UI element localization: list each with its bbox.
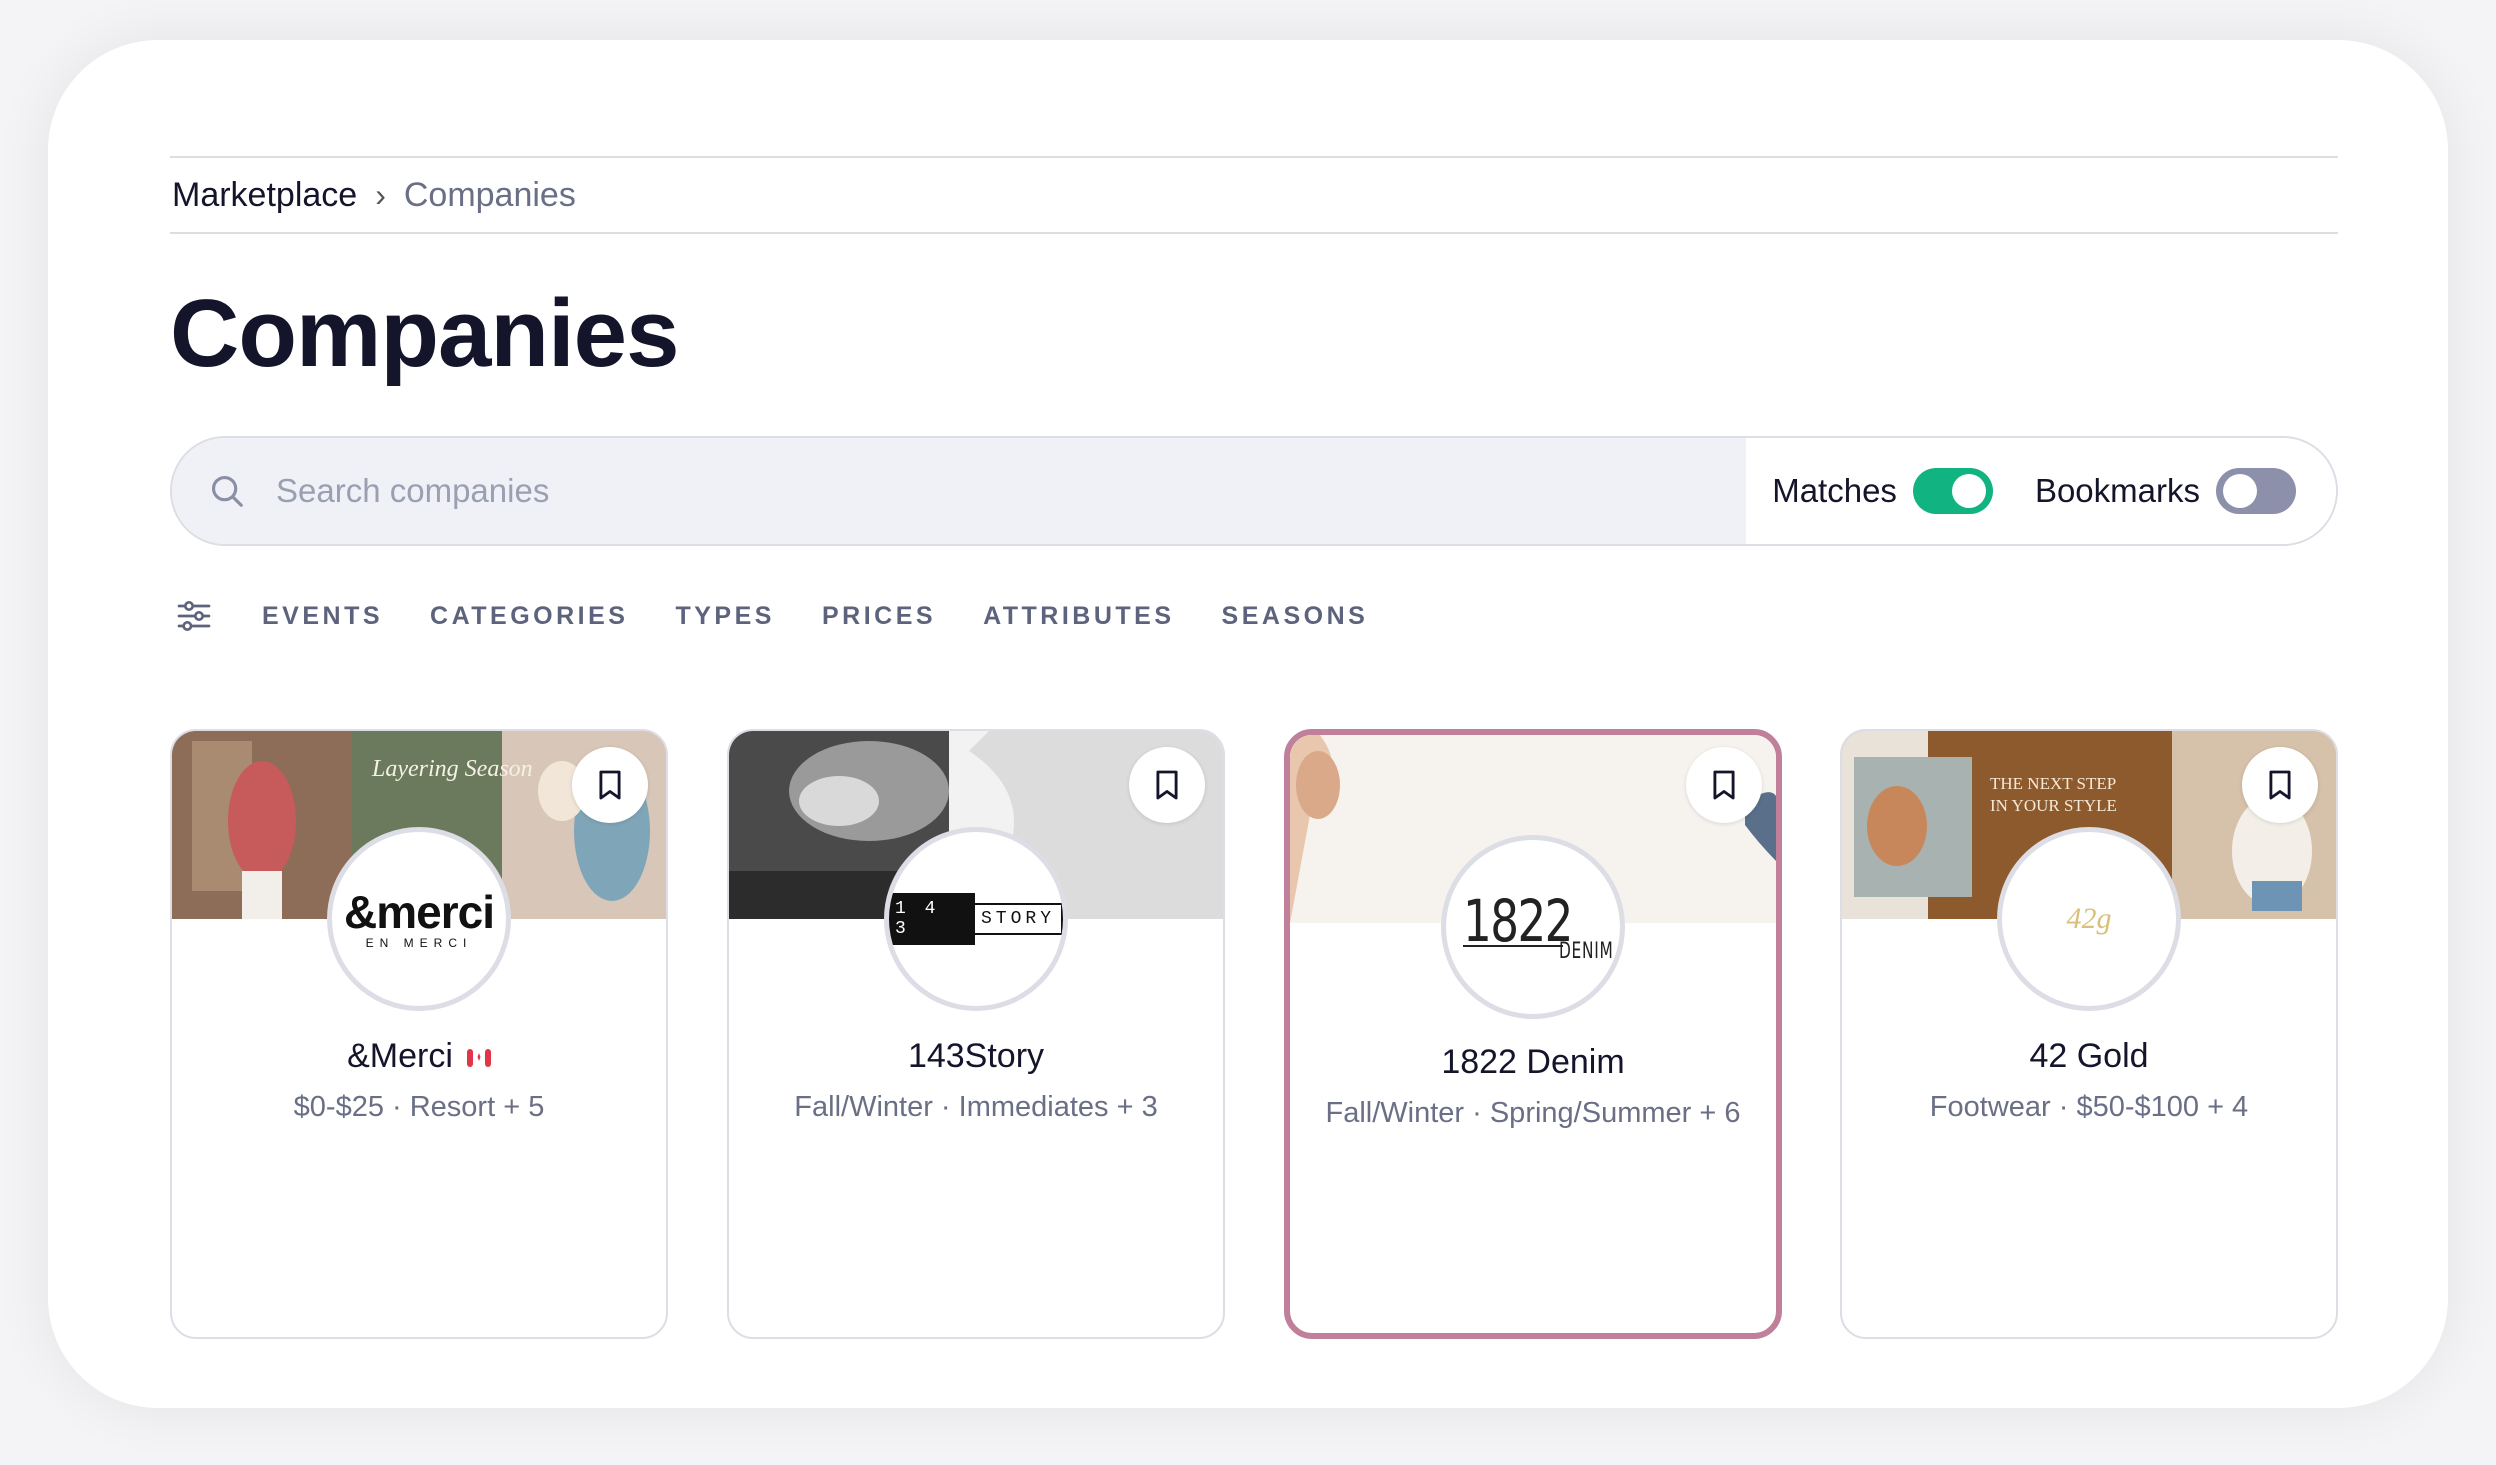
bookmark-button[interactable] (1686, 747, 1762, 823)
filter-types[interactable]: TYPES (675, 602, 774, 631)
matches-toggle[interactable] (1912, 468, 1993, 514)
filter-attributes[interactable]: ATTRIBUTES (983, 602, 1174, 631)
toggle-knob (2223, 474, 2257, 508)
search-field (172, 438, 1746, 544)
logo-subtext: EN MERCI (365, 936, 473, 950)
search-input[interactable] (276, 472, 1676, 510)
breadcrumb-marketplace[interactable]: Marketplace (172, 176, 357, 215)
company-card-merci[interactable]: Layering Season &merci EN MERCI &Merci $… (170, 729, 668, 1339)
filter-prices[interactable]: PRICES (822, 602, 936, 631)
toggle-knob (1951, 474, 1986, 508)
matches-label: Matches (1772, 472, 1897, 509)
bookmarks-toggle[interactable] (2216, 468, 2296, 514)
filter-seasons[interactable]: SEASONS (1222, 602, 1369, 631)
breadcrumb-separator: › (375, 176, 386, 213)
logo-subtext: DENIM (1559, 939, 1614, 964)
logo-text-right: STORY (974, 903, 1063, 935)
breadcrumb-divider (170, 232, 2338, 234)
company-logo: 42g (1997, 827, 2181, 1011)
logo-text-left: 1 4 3 (889, 893, 975, 945)
bookmark-icon (2269, 770, 2291, 800)
filter-categories[interactable]: CATEGORIES (430, 602, 628, 631)
company-card-42-gold[interactable]: THE NEXT STEP IN YOUR STYLE 42g 42 Gold … (1840, 729, 2338, 1339)
company-name-row: &Merci (172, 1037, 666, 1076)
bookmark-icon (599, 770, 621, 800)
filter-events[interactable]: EVENTS (262, 602, 383, 631)
sliders-icon[interactable] (174, 596, 214, 636)
app-window: Marketplace › Companies Companies Matche… (48, 40, 2448, 1408)
bookmark-button[interactable] (572, 747, 648, 823)
company-logo: 1 4 3 STORY (884, 827, 1068, 1011)
company-name: 1822 Denim (1441, 1043, 1625, 1081)
main-content: Marketplace › Companies Companies Matche… (170, 156, 2338, 1339)
company-name: 143Story (907, 1037, 1045, 1075)
company-card-143story[interactable]: 1 4 3 STORY 143Story Fall/Winter · Immed… (727, 729, 1225, 1339)
company-card-1822-denim[interactable]: 1822 DENIM 1822 Denim Fall/Winter · Spri… (1284, 729, 1782, 1339)
bookmark-button[interactable] (1129, 747, 1205, 823)
bookmark-icon (1156, 770, 1178, 800)
company-name: &Merci (347, 1037, 453, 1075)
company-meta: Fall/Winter · Immediates + 3 (794, 1091, 1158, 1123)
company-grid: Layering Season &merci EN MERCI &Merci $… (170, 729, 2338, 1339)
company-meta: Footwear · $50-$100 + 4 (1929, 1091, 2249, 1123)
company-meta: Fall/Winter · Spring/Summer + 6 (1325, 1097, 1741, 1129)
company-name: 42 Gold (2029, 1037, 2149, 1075)
toggle-group: Matches Bookmarks (1746, 438, 2336, 544)
breadcrumb-current: Companies (403, 175, 576, 214)
bookmarks-label: Bookmarks (2034, 472, 2200, 509)
company-logo: &merci EN MERCI (327, 827, 511, 1011)
bookmark-icon (1713, 770, 1735, 800)
logo-text: &merci (344, 886, 495, 938)
filter-bar: EVENTS CATEGORIES TYPES PRICES ATTRIBUTE… (170, 594, 2338, 638)
company-meta: $0-$25 · Resort + 5 (293, 1091, 545, 1123)
bookmark-button[interactable] (2242, 747, 2318, 823)
banner-text: Layering Season (371, 756, 533, 782)
page-title: Companies (170, 280, 679, 387)
canada-flag-icon (466, 1049, 491, 1068)
breadcrumb: Marketplace › Companies (170, 158, 2338, 232)
search-icon (211, 475, 243, 507)
company-logo: 1822 DENIM (1441, 835, 1625, 1019)
search-bar: Matches Bookmarks (170, 436, 2338, 546)
logo-text: 42g (2066, 902, 2112, 935)
